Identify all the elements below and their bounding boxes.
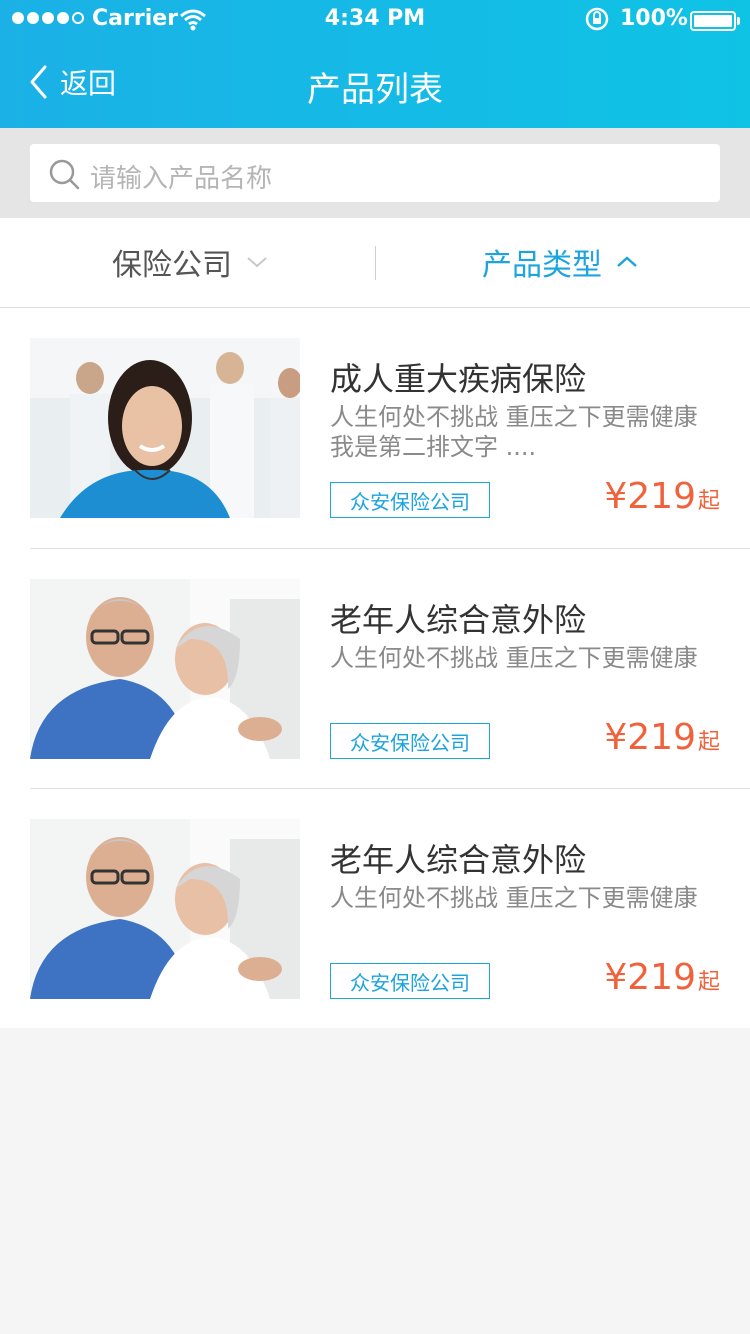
price-suffix: 起 bbox=[697, 730, 720, 755]
product-image-nurse bbox=[30, 338, 300, 518]
product-title: 老年人综合意外险 bbox=[330, 601, 587, 639]
company-tag: 众安保险公司 bbox=[330, 963, 490, 999]
chevron-up-icon bbox=[617, 256, 637, 267]
product-title: 老年人综合意外险 bbox=[330, 841, 587, 879]
filter-bar: 保险公司 产品类型 bbox=[0, 218, 750, 308]
product-price: ¥219 起 bbox=[604, 957, 720, 998]
status-bar: Carrier 4:34 PM 100% bbox=[0, 0, 750, 40]
price-suffix: 起 bbox=[697, 489, 720, 514]
filter-company[interactable]: 保险公司 bbox=[112, 242, 268, 283]
page-title: 产品列表 bbox=[307, 70, 443, 110]
rotation-lock-icon bbox=[585, 7, 609, 31]
product-desc: 人生何处不挑战 重压之下更需健康 我是第二排文字 .... bbox=[330, 403, 698, 461]
chevron-down-icon bbox=[247, 257, 267, 268]
price-value: ¥219 bbox=[604, 476, 696, 517]
company-tag: 众安保险公司 bbox=[330, 723, 490, 759]
battery-icon bbox=[690, 11, 736, 31]
product-item[interactable]: 老年人综合意外险 人生何处不挑战 重压之下更需健康 众安保险公司 ¥219 起 bbox=[30, 788, 750, 1028]
price-value: ¥219 bbox=[604, 957, 696, 998]
filter-company-label: 保险公司 bbox=[112, 248, 232, 283]
price-suffix: 起 bbox=[697, 970, 720, 995]
product-image-elderly bbox=[30, 819, 300, 999]
product-item[interactable]: 成人重大疾病保险 人生何处不挑战 重压之下更需健康 我是第二排文字 .... 众… bbox=[0, 308, 750, 548]
product-price: ¥219 起 bbox=[604, 476, 720, 517]
product-list: 成人重大疾病保险 人生何处不挑战 重压之下更需健康 我是第二排文字 .... 众… bbox=[0, 308, 750, 1028]
search-input[interactable]: 请输入产品名称 bbox=[30, 144, 720, 202]
product-desc: 人生何处不挑战 重压之下更需健康 bbox=[330, 884, 698, 912]
filter-type[interactable]: 产品类型 bbox=[482, 242, 638, 283]
product-desc: 人生何处不挑战 重压之下更需健康 bbox=[330, 644, 698, 672]
filter-type-label: 产品类型 bbox=[482, 248, 602, 283]
company-tag: 众安保险公司 bbox=[330, 482, 490, 518]
search-icon bbox=[49, 159, 80, 190]
product-title: 成人重大疾病保险 bbox=[330, 360, 587, 398]
product-image-elderly bbox=[30, 579, 300, 759]
search-placeholder: 请输入产品名称 bbox=[90, 164, 273, 194]
search-area: 请输入产品名称 bbox=[0, 128, 750, 218]
nav-header: Carrier 4:34 PM 100% 返回 产品列表 bbox=[0, 0, 750, 128]
product-item[interactable]: 老年人综合意外险 人生何处不挑战 重压之下更需健康 众安保险公司 ¥219 起 bbox=[30, 548, 750, 788]
product-price: ¥219 起 bbox=[604, 717, 720, 758]
price-value: ¥219 bbox=[604, 717, 696, 758]
battery-percent: 100% bbox=[620, 6, 688, 31]
filter-divider bbox=[375, 246, 376, 280]
